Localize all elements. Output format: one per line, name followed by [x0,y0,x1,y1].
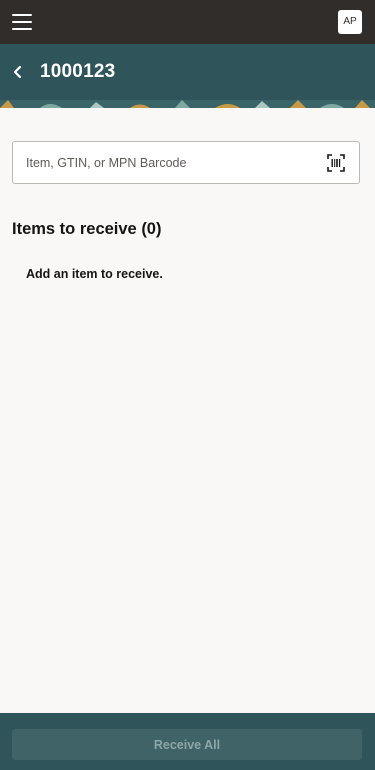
decorative-pattern [0,100,375,108]
top-app-bar: AP [0,0,375,44]
items-to-receive-heading: Items to receive (0) [12,220,162,238]
search-input[interactable] [26,142,316,183]
barcode-scan-icon[interactable] [327,154,345,172]
receive-all-button[interactable]: Receive All [12,729,362,760]
barcode-search-field[interactable] [12,141,360,184]
chevron-left-icon[interactable] [10,62,26,82]
footer-bar: Receive All [0,713,375,770]
page-header: 1000123 [0,44,375,108]
empty-state-message: Add an item to receive. [26,267,163,281]
hamburger-menu-icon[interactable] [12,14,32,30]
avatar[interactable]: AP [338,10,362,34]
page-title: 1000123 [40,61,116,82]
